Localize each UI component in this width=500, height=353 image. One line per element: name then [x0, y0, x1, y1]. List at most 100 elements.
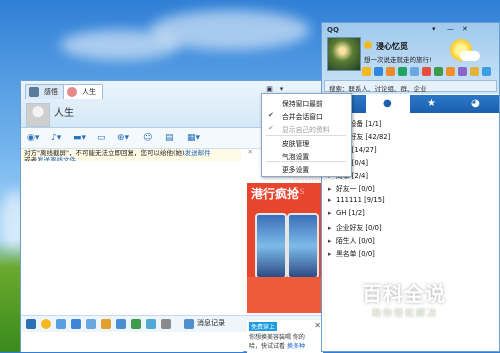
wallet-icon[interactable]: [386, 67, 395, 76]
group-label: 企业好友: [336, 224, 364, 232]
voice-message-icon[interactable]: [86, 319, 96, 329]
video-icon[interactable]: [434, 67, 443, 76]
menu-item-label: 保持窗口最前: [282, 100, 323, 108]
menu-item-label: 合并会话窗口: [282, 113, 323, 121]
check-icon: ✔: [268, 111, 274, 119]
group-label: 陌生人: [336, 237, 357, 245]
user-nickname: 浸心忆觅: [376, 42, 408, 51]
vip-emoji-icon[interactable]: [56, 319, 66, 329]
ad-line: 哈，快试试看 换多种: [249, 341, 305, 350]
star-icon: ★: [427, 98, 436, 109]
music-icon[interactable]: [398, 67, 407, 76]
phone-image: [287, 213, 319, 279]
music-icon[interactable]: [161, 319, 171, 329]
tab-contacts[interactable]: ●: [366, 95, 410, 113]
pets-icon[interactable]: [446, 67, 455, 76]
screenshot-icon[interactable]: [131, 319, 141, 329]
ad-line-text: 哈，快试试看: [249, 343, 286, 350]
ad-banner[interactable]: iPhone 5s 港行疯抢: [247, 157, 323, 313]
user-signature[interactable]: 想一次说走就走的旅行!: [364, 54, 432, 64]
mic-icon[interactable]: [116, 319, 126, 329]
app-title: QQ: [327, 26, 339, 34]
contact-name: 人生: [54, 108, 74, 119]
gift-icon[interactable]: [101, 319, 111, 329]
minimize-icon[interactable]: —: [447, 25, 454, 33]
font-icon[interactable]: [26, 319, 36, 329]
shake-icon[interactable]: [71, 319, 81, 329]
menu-separator: [266, 161, 346, 162]
menu-item-label: 显示自己的资料: [282, 126, 330, 134]
chat-settings-menu: 保持窗口最前 ✔ 合并会话窗口 ✔ 显示自己的资料 皮肤管理 气泡设置 更多设置: [261, 93, 352, 177]
group-label: GH: [336, 209, 347, 217]
cloud-icon[interactable]: [482, 67, 491, 76]
video-call-icon[interactable]: ◉▾: [27, 132, 39, 144]
user-avatar[interactable]: [327, 37, 361, 71]
menu-item-label: 皮肤管理: [282, 140, 310, 148]
star-icon[interactable]: [470, 67, 479, 76]
app-center-icon[interactable]: ▤: [165, 132, 174, 144]
image-icon[interactable]: [146, 319, 156, 329]
contact-avatar[interactable]: [26, 103, 50, 127]
group-label: 好友一: [336, 185, 357, 193]
contact-group[interactable]: ▸ 黑名单 [0/0]: [328, 248, 375, 258]
expand-arrow-icon: ▸: [328, 209, 332, 217]
group-count: [9/15]: [364, 196, 385, 204]
games-icon[interactable]: [410, 67, 419, 76]
tab-ganwu[interactable]: 感悟: [25, 84, 65, 99]
voice-call-icon[interactable]: ♪▾: [51, 132, 61, 144]
history-icon[interactable]: [184, 319, 194, 329]
close-icon[interactable]: ✕: [314, 321, 321, 330]
tab-label: 人生: [82, 88, 96, 96]
expand-arrow-icon: ▸: [328, 237, 332, 245]
ad-line: 你想换美容装喝 你的: [249, 334, 305, 341]
message-area[interactable]: [21, 161, 243, 314]
remote-assist-icon[interactable]: ▭: [97, 132, 106, 144]
group-count: [0/0]: [358, 185, 375, 193]
share-screen-icon[interactable]: ⊕▾: [117, 132, 129, 144]
weather-cloud-icon: [460, 51, 480, 61]
weibo-icon[interactable]: [422, 67, 431, 76]
watermark-title: 百科全说: [362, 282, 446, 306]
send-email-link[interactable]: 发送邮件: [185, 149, 211, 157]
watermark-subtitle: 助你轻松解决: [372, 309, 439, 319]
check-icon: ✔: [268, 124, 274, 132]
group-label: 黑名单: [336, 250, 357, 258]
discussion-icon[interactable]: ☺: [143, 132, 152, 144]
contact-group[interactable]: ▸ GH [1/2]: [328, 209, 365, 217]
close-icon[interactable]: ✕: [462, 25, 468, 33]
tab-favorites[interactable]: ★: [410, 95, 454, 113]
contact-group[interactable]: ▸ 111111 [9/15]: [328, 196, 385, 204]
contact-group[interactable]: ▸ 好友一 [0/0]: [328, 183, 375, 193]
contact-group[interactable]: ▸ 企业好友 [0/0]: [328, 222, 382, 232]
status-online-icon[interactable]: [364, 41, 372, 49]
ad-headline: 港行疯抢: [251, 187, 300, 201]
contact-group[interactable]: ▸ 陌生人 [0/0]: [328, 235, 375, 245]
expand-arrow-icon: ▸: [328, 250, 332, 258]
contact-avatar-icon: [67, 87, 77, 97]
ad-footer: [247, 277, 323, 313]
group-count: [0/0]: [358, 250, 375, 258]
message-record-button[interactable]: 消息记录: [197, 318, 225, 328]
group-count: [14/27]: [351, 146, 377, 154]
tab-rensheng[interactable]: 人生: [63, 84, 103, 99]
expand-arrow-icon: ▸: [328, 196, 332, 204]
menu-item-label: 气泡设置: [282, 153, 310, 161]
menu-item-label: 更多设置: [282, 166, 310, 174]
search-input[interactable]: 搜索：联系人、讨论组、群、企业: [324, 80, 497, 93]
emoji-icon[interactable]: [41, 319, 51, 329]
tab-groups[interactable]: ◕: [454, 95, 498, 113]
ad-link[interactable]: 换多种: [287, 343, 305, 350]
qzone-icon[interactable]: [362, 67, 371, 76]
group-count: [42/82]: [365, 133, 391, 141]
apps-grid-icon[interactable]: ▦▾: [187, 132, 200, 144]
menu-icon[interactable]: ▾: [432, 25, 436, 33]
file-transfer-icon[interactable]: ▬▾: [73, 132, 86, 144]
ad-small[interactable]: 免费穿上 ✕ 你想换美容装喝 你的 哈，快试试看 换多种: [247, 319, 323, 353]
shop-icon[interactable]: [458, 67, 467, 76]
phone-image: [255, 213, 287, 279]
mail-icon[interactable]: [374, 67, 383, 76]
group-count: [1/2]: [348, 209, 365, 217]
message-input[interactable]: [21, 332, 243, 352]
close-icon[interactable]: ✕: [248, 149, 253, 156]
menu-separator: [266, 135, 346, 136]
